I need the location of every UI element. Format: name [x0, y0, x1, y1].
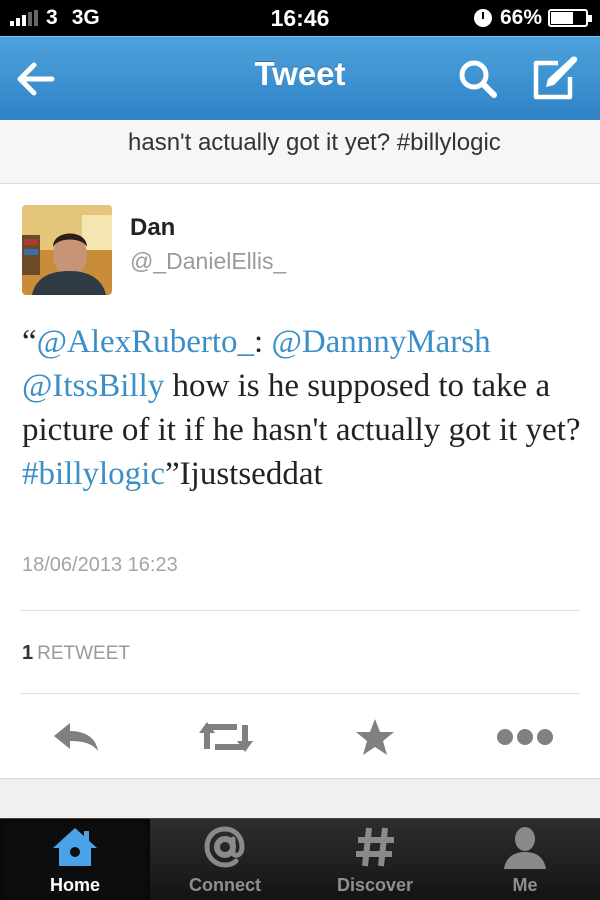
- tab-label: Connect: [189, 875, 261, 895]
- tab-bar: Home Connect Discover Me: [0, 818, 600, 900]
- retweet-count[interactable]: 1 Retweet: [22, 642, 130, 665]
- tweet-text-end: Ijustseddat: [179, 456, 323, 492]
- battery-info: 66%: [473, 6, 592, 30]
- retweet-label: Retweet: [37, 643, 131, 664]
- divider: [20, 610, 580, 611]
- divider: [20, 693, 580, 694]
- person-icon: [500, 825, 550, 869]
- tab-label: Home: [49, 875, 100, 895]
- previous-tweet-text: hasn't actually got it yet? #billylogic: [128, 129, 501, 156]
- battery-icon: [548, 9, 592, 27]
- star-icon[interactable]: [352, 712, 398, 762]
- tweet-text: “@AlexRuberto_: @DannnyMarsh @ItssBilly …: [22, 320, 582, 496]
- at-icon: [200, 825, 250, 869]
- tab-me[interactable]: Me: [450, 819, 600, 900]
- tab-discover[interactable]: Discover: [300, 819, 450, 900]
- tab-label: Me: [512, 875, 538, 895]
- tab-label: Discover: [336, 875, 414, 895]
- footer-spacer: [0, 778, 600, 818]
- author-name[interactable]: Dan: [130, 214, 175, 242]
- tweet-timestamp: 18/06/2013 16:23: [22, 554, 178, 576]
- search-icon[interactable]: [454, 55, 502, 103]
- previous-tweet-strip[interactable]: hasn't actually got it yet? #billylogic: [0, 120, 600, 184]
- more-icon[interactable]: [494, 712, 556, 762]
- mention-link[interactable]: @ItssBilly: [22, 368, 164, 404]
- open-quote: “: [22, 324, 37, 360]
- retweet-icon[interactable]: [196, 712, 256, 762]
- compose-icon[interactable]: [528, 53, 582, 105]
- avatar[interactable]: [22, 205, 112, 295]
- alarm-icon: [473, 9, 492, 27]
- tab-connect[interactable]: Connect: [150, 819, 300, 900]
- hashtag-link[interactable]: #billylogic: [22, 456, 165, 492]
- hash-icon: [350, 825, 400, 869]
- tab-home[interactable]: Home: [0, 819, 150, 900]
- close-quote: ”: [165, 456, 180, 492]
- nav-bar: Tweet: [0, 36, 600, 120]
- mention-link[interactable]: @AlexRuberto_: [37, 324, 254, 360]
- author-handle[interactable]: @_DanielEllis_: [130, 248, 286, 275]
- page-title: Tweet: [254, 55, 346, 92]
- status-bar: 3 3G 16:46 66%: [0, 0, 600, 36]
- colon: :: [254, 324, 264, 360]
- reply-icon[interactable]: [48, 712, 104, 762]
- battery-percent: 66%: [499, 6, 542, 29]
- mention-link[interactable]: @DannnyMarsh: [271, 324, 490, 360]
- home-icon: [50, 825, 100, 869]
- retweet-number: 1: [22, 642, 34, 664]
